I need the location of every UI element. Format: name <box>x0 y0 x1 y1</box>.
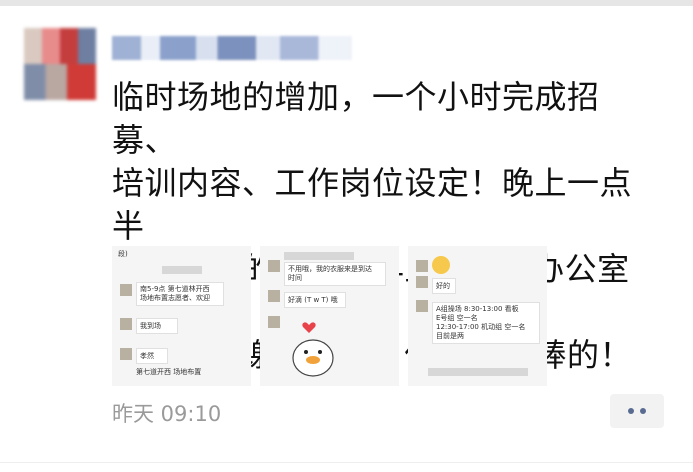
avatar[interactable] <box>24 28 96 100</box>
thumb-3-text-2: A组操场 8:30-13:00 看板 <box>436 305 519 313</box>
thumb-3-bubble-1: 好的 <box>432 278 456 294</box>
moments-post: 临时场地的增加，一个小时完成招募、 培训内容、工作岗位设定！晚上一点半 还在工作… <box>0 0 693 472</box>
thumb-1-bubble-3: 孝然 <box>136 348 168 364</box>
thumb-2-avatar-3 <box>268 316 280 328</box>
more-dots-icon <box>640 408 646 414</box>
thumb-2-text-3: 好滴 (T w T) 哦 <box>288 296 338 304</box>
post-timestamp: 昨天 09:10 <box>112 402 222 426</box>
thumb-3-avatar <box>416 260 428 272</box>
thumb-2-text-2: 时间 <box>288 274 302 282</box>
thumb-1-text-2: 南5-9点 第七道林开西 <box>140 285 210 293</box>
thumb-3-text-1: 好的 <box>436 282 450 290</box>
thumb-3-text-4: 12:30-17:00 机动组 空一名 <box>436 323 526 331</box>
thumb-1-avatar-3 <box>120 348 132 360</box>
bottom-divider <box>0 462 693 463</box>
image-thumbnail-1[interactable]: 段) 南5-9点 第七道林开西 场地布置志愿者、欢迎 我到场 孝然 第七道开西 … <box>112 246 251 386</box>
image-thumbnail-3[interactable]: 好的 A组操场 8:30-13:00 看板 E号组 空一名 12:30-17:0… <box>408 246 547 386</box>
thumb-1-avatar <box>120 284 132 296</box>
duck-sticker-icon <box>292 339 334 377</box>
thumb-1-bubble-1: 南5-9点 第七道林开西 场地布置志愿者、欢迎 <box>136 282 224 306</box>
image-thumbnail-2[interactable]: 不用哦，我的衣服来是到达 时间 好滴 (T w T) 哦 <box>260 246 399 386</box>
top-divider <box>0 0 693 6</box>
thumb-3-avatar-3 <box>416 300 428 312</box>
thumb-3-text-3: E号组 空一名 <box>436 314 478 322</box>
thumb-1-text-1: 段) <box>118 250 128 258</box>
thumb-2-bubble-2: 好滴 (T w T) 哦 <box>284 292 346 308</box>
more-button[interactable] <box>610 394 664 428</box>
thumb-2-line <box>284 252 354 260</box>
thumb-3-line <box>428 368 528 376</box>
thumb-1-line <box>162 266 202 274</box>
thumb-2-text-1: 不用哦，我的衣服来是到达 <box>288 265 372 273</box>
thumb-3-bubble-2: A组操场 8:30-13:00 看板 E号组 空一名 12:30-17:00 机… <box>432 302 540 344</box>
more-dots-icon <box>628 408 634 414</box>
thumb-1-avatar-2 <box>120 318 132 330</box>
thumb-2-bubble-1: 不用哦，我的衣服来是到达 时间 <box>284 262 386 286</box>
thumb-1-text-3: 场地布置志愿者、欢迎 <box>140 294 210 302</box>
thumb-3-avatar-2 <box>416 276 428 288</box>
image-grid: 段) 南5-9点 第七道林开西 场地布置志愿者、欢迎 我到场 孝然 第七道开西 … <box>112 246 552 386</box>
thumb-1-text-4: 我到场 <box>140 322 161 330</box>
thumb-1-text-5: 孝然 <box>140 352 154 360</box>
nickname-blurred[interactable] <box>112 36 352 60</box>
thumb-2-avatar-2 <box>268 290 280 302</box>
emoji-icon <box>432 256 450 274</box>
thumb-2-avatar <box>268 260 280 272</box>
thumb-1-bubble-2: 我到场 <box>136 318 178 334</box>
thumb-1-text-6: 第七道开西 场地布置 <box>136 368 202 376</box>
thumb-3-text-5: 目前是两 <box>436 332 464 340</box>
